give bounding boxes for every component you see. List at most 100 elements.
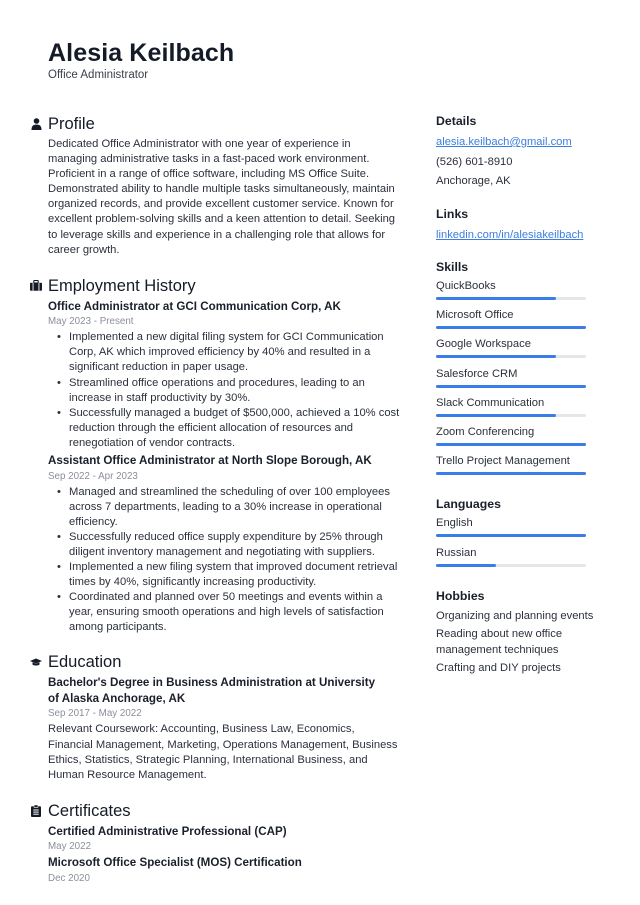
skill-item: QuickBooks: [436, 278, 596, 307]
profile-summary: Dedicated Office Administrator with one …: [48, 138, 396, 256]
skills-list: QuickBooks Microsoft Office Google Works…: [436, 278, 596, 482]
skill-level-bar: [436, 355, 586, 359]
clipboard-icon: [30, 804, 42, 818]
skills-section: Skills QuickBooks Microsoft Office Googl…: [436, 259, 596, 482]
certificate-title: Microsoft Office Specialist (MOS) Certif…: [48, 856, 302, 870]
skill-level-fill: [436, 384, 586, 388]
links-section: Links linkedin.com/in/alesiakeilbach: [436, 206, 596, 246]
section-heading: Certificates: [30, 800, 402, 822]
skill-item: Google Workspace: [436, 336, 596, 365]
hobby-item: Reading about new office management tech…: [436, 628, 563, 656]
skill-level-fill: [436, 413, 556, 417]
employment-section: Employment History Office Administrator …: [30, 275, 402, 636]
job-bullet: Implemented a new digital filing system …: [57, 330, 402, 375]
job-bullet: Implemented a new filing system that imp…: [57, 560, 402, 590]
hobbies-heading: Hobbies: [436, 588, 485, 603]
certificate-title: Certified Administrative Professional (C…: [48, 824, 287, 838]
certificates-heading: Certificates: [48, 801, 131, 820]
languages-heading: Languages: [436, 497, 501, 512]
degree-title: Bachelor's Degree in Business Administra…: [48, 676, 376, 705]
skill-level-fill: [436, 326, 586, 330]
profile-heading: Profile: [48, 115, 95, 133]
candidate-name: Alesia Keilbach: [48, 39, 235, 67]
details-heading: Details: [436, 114, 477, 128]
section-heading: Education: [30, 651, 402, 673]
job-title: Assistant Office Administrator at North …: [48, 454, 372, 467]
skill-name: Zoom Conferencing: [436, 425, 535, 438]
certificate-entry: Microsoft Office Specialist (MOS) Certif…: [48, 855, 402, 885]
education-description: Relevant Coursework: Accounting, Busines…: [48, 723, 398, 781]
job-entry: Office Administrator at GCI Communicatio…: [48, 299, 402, 451]
skills-heading: Skills: [436, 260, 469, 274]
location: Anchorage, AK: [436, 175, 511, 187]
graduation-cap-icon: [30, 655, 42, 669]
job-dates: May 2023 - Present: [48, 316, 134, 328]
section-heading: Employment History: [30, 275, 402, 297]
email-link[interactable]: alesia.keilbach@gmail.com: [436, 133, 596, 153]
skill-item: Slack Communication: [436, 395, 596, 424]
education-heading: Education: [48, 653, 122, 672]
job-bullet: Streamlined office operations and proced…: [57, 376, 402, 406]
skill-level-bar: [436, 472, 586, 476]
skill-item: Trello Project Management: [436, 453, 596, 482]
skill-name: QuickBooks: [436, 280, 496, 292]
skill-level-fill: [436, 472, 586, 476]
skill-level-bar: [436, 442, 586, 446]
skill-name: Microsoft Office: [436, 309, 514, 322]
skill-name: Salesforce CRM: [436, 367, 518, 380]
job-bullet: Successfully managed a budget of $500,00…: [57, 406, 402, 451]
hobby-item: Crafting and DIY projects: [436, 662, 561, 675]
education-entry: Bachelor's Degree in Business Administra…: [48, 675, 402, 782]
language-level-fill: [436, 563, 496, 567]
skill-level-fill: [436, 297, 556, 300]
job-bullet: Coordinated and planned over 50 meetings…: [57, 590, 402, 635]
job-bullet: Successfully reduced office supply expen…: [57, 530, 402, 560]
language-level-fill: [436, 534, 586, 538]
hobbies-section: Hobbies Organizing and planning events R…: [436, 588, 596, 677]
skill-item: Salesforce CRM: [436, 366, 596, 395]
skill-level-bar: [436, 413, 586, 417]
skill-item: Microsoft Office: [436, 307, 596, 336]
job-bullet: Managed and streamlined the scheduling o…: [57, 485, 402, 530]
language-item: Russian: [436, 545, 596, 574]
skill-name: Google Workspace: [436, 338, 531, 351]
certificate-entry: Certified Administrative Professional (C…: [48, 824, 402, 854]
sidebar-column: Details alesia.keilbach@gmail.com (526) …: [436, 113, 596, 680]
linkedin-link[interactable]: linkedin.com/in/alesiakeilbach: [436, 226, 596, 246]
skill-level-bar: [436, 326, 586, 330]
certificate-date: May 2022: [48, 841, 92, 853]
user-icon: [30, 117, 42, 131]
employment-heading: Employment History: [48, 276, 196, 295]
skill-level-bar: [436, 297, 586, 300]
language-level-bar: [436, 563, 586, 567]
education-dates: Sep 2017 - May 2022: [48, 708, 142, 720]
main-column: Profile Dedicated Office Administrator w…: [30, 113, 402, 885]
languages-section: Languages English Russian: [436, 496, 596, 573]
language-name: English: [436, 517, 473, 530]
skill-level-fill: [436, 355, 556, 359]
skill-level-fill: [436, 442, 586, 446]
skill-item: Zoom Conferencing: [436, 424, 596, 453]
section-heading: Profile: [30, 113, 402, 135]
hobbies-list: Organizing and planning events Reading a…: [436, 609, 596, 677]
language-level-bar: [436, 534, 586, 538]
profile-section: Profile Dedicated Office Administrator w…: [30, 113, 402, 258]
skill-level-bar: [436, 384, 586, 388]
job-dates: Sep 2022 - Apr 2023: [48, 470, 138, 482]
skill-name: Slack Communication: [436, 396, 545, 409]
resume-header: Alesia Keilbach Office Administrator: [48, 38, 234, 82]
education-section: Education Bachelor's Degree in Business …: [30, 651, 402, 782]
briefcase-icon: [30, 279, 42, 293]
skill-name: Trello Project Management: [436, 455, 570, 468]
phone-number: (526) 601-8910: [436, 155, 513, 168]
language-item: English: [436, 515, 596, 544]
job-bullets: Implemented a new digital filing system …: [48, 330, 402, 451]
details-section: Details alesia.keilbach@gmail.com (526) …: [436, 113, 596, 192]
job-bullets: Managed and streamlined the scheduling o…: [48, 485, 402, 636]
hobby-item: Organizing and planning events: [436, 609, 594, 622]
links-heading: Links: [436, 206, 469, 221]
languages-list: English Russian: [436, 515, 596, 573]
certificate-date: Dec 2020: [48, 872, 90, 884]
language-name: Russian: [436, 546, 477, 559]
candidate-title: Office Administrator: [48, 69, 149, 81]
